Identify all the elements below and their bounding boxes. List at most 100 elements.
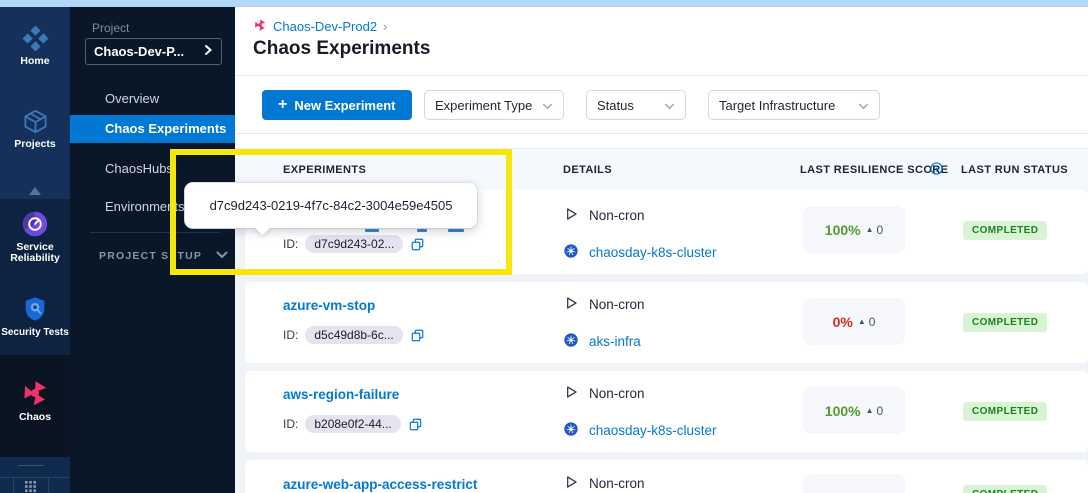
sidebar-item-overview[interactable]: Overview <box>70 85 235 113</box>
status-badge: COMPLETED <box>963 313 1047 332</box>
chaos-icon <box>0 378 70 408</box>
status-badge: COMPLETED <box>963 485 1047 493</box>
chaos-breadcrumb-icon <box>253 18 267 35</box>
copy-icon[interactable] <box>408 417 423 432</box>
delta-up-icon: ▲ <box>866 225 874 234</box>
sidebar-item-chaos[interactable]: Chaos <box>0 378 70 423</box>
infrastructure-link[interactable]: chaosday-k8s-cluster <box>589 245 717 260</box>
project-selector[interactable]: Chaos-Dev-P... <box>85 38 222 65</box>
column-header-resilience-score: LAST RESILIENCE SCORE <box>800 164 948 176</box>
chevron-down-icon <box>542 98 553 113</box>
resilience-score: 100% ▲0 <box>803 387 905 434</box>
sidebar-item-chaoshubs[interactable]: ChaosHubs <box>70 155 235 183</box>
delta-up-icon: ▲ <box>866 406 874 415</box>
app-window: Home Projects Service Reliability Securi… <box>0 0 1088 493</box>
kubernetes-icon <box>563 243 579 262</box>
column-header-experiments: EXPERIMENTS <box>283 164 366 176</box>
experiment-id-chip: d7c9d243-02... <box>305 235 403 253</box>
copy-icon[interactable] <box>410 328 425 343</box>
status-filter[interactable]: Status <box>586 90 686 120</box>
home-icon <box>0 25 70 52</box>
sidebar-item-chaos-experiments[interactable]: Chaos Experiments <box>70 115 235 143</box>
footer-divider <box>18 465 44 466</box>
breadcrumb: Chaos-Dev-Prod2 › <box>253 18 387 35</box>
breadcrumb-separator-icon: › <box>383 19 387 34</box>
infrastructure-link[interactable]: chaosday-k8s-cluster <box>589 423 717 438</box>
table-row: aws-region-failure ID: b208e0f2-44... No… <box>245 371 1088 452</box>
browser-top-strip <box>0 0 1088 7</box>
sidebar-item-home[interactable]: Home <box>0 25 70 67</box>
occluded-link-fragment <box>417 229 427 232</box>
main-content: Chaos-Dev-Prod2 › Chaos Experiments + Ne… <box>235 7 1088 493</box>
sidebar-item-label: Home <box>0 56 70 67</box>
sidebar-item-label: Security Tests <box>0 327 70 338</box>
sidebar-item-service-reliability[interactable]: Service Reliability <box>0 210 70 264</box>
play-icon <box>563 295 579 314</box>
sidebar-item-projects[interactable]: Projects <box>0 108 70 150</box>
kubernetes-icon <box>563 421 579 440</box>
footer-bottom-bar <box>0 477 70 493</box>
table-row: azure-vm-stop ID: d5c49d8b-6c... Non-cro… <box>245 282 1088 363</box>
breadcrumb-project-link[interactable]: Chaos-Dev-Prod2 <box>273 19 377 34</box>
delta-up-icon: ▲ <box>858 317 866 326</box>
resilience-score: 100% ▲0 <box>803 206 905 253</box>
occluded-link-fragment <box>365 229 379 232</box>
status-badge: COMPLETED <box>963 221 1047 240</box>
play-icon <box>563 384 579 403</box>
service-reliability-icon <box>0 210 70 238</box>
projects-icon <box>0 108 70 135</box>
chevron-down-icon <box>858 98 869 113</box>
id-tooltip-text: d7c9d243-0219-4f7c-84c2-3004e59e4505 <box>210 198 453 213</box>
id-label: ID: <box>283 237 298 251</box>
table-body: ID: d7c9d243-02... Non-cron chaosday-k8s… <box>235 190 1088 493</box>
grid-menu-icon[interactable] <box>24 480 37 493</box>
experiment-name-link[interactable]: azure-vm-stop <box>283 298 375 313</box>
delta-value: 0 <box>877 223 884 237</box>
target-infrastructure-filter[interactable]: Target Infrastructure <box>708 90 880 120</box>
plus-icon: + <box>278 97 287 113</box>
schedule-type: Non-cron <box>589 297 645 312</box>
chevron-down-icon <box>216 250 228 262</box>
project-label: Project <box>92 21 129 35</box>
status-badge: COMPLETED <box>963 402 1047 421</box>
resilience-score <box>803 474 905 493</box>
project-selector-value: Chaos-Dev-P... <box>94 44 203 59</box>
module-sidebar: Home Projects Service Reliability Securi… <box>0 7 70 493</box>
copy-icon[interactable] <box>410 237 425 252</box>
schedule-type: Non-cron <box>589 386 645 401</box>
experiment-name-link[interactable]: azure-web-app-access-restrict <box>283 477 477 492</box>
play-icon <box>563 206 579 225</box>
id-tooltip: d7c9d243-0219-4f7c-84c2-3004e59e4505 <box>185 183 477 228</box>
header-divider <box>235 75 1088 76</box>
id-label: ID: <box>283 417 298 431</box>
experiment-id-chip: d5c49d8b-6c... <box>305 326 402 344</box>
toolbar-divider <box>235 133 1088 134</box>
experiment-name-link[interactable]: aws-region-failure <box>283 387 399 402</box>
column-header-last-run-status: LAST RUN STATUS <box>961 164 1068 176</box>
sidebar-divider <box>90 232 220 233</box>
new-experiment-button[interactable]: + New Experiment <box>262 90 412 120</box>
delta-value: 0 <box>877 404 884 418</box>
chevron-right-icon <box>203 43 213 61</box>
module-sidebar-footer <box>0 457 70 493</box>
resilience-score: 0% ▲0 <box>803 298 905 345</box>
info-icon[interactable] <box>930 162 943 178</box>
schedule-type: Non-cron <box>589 476 645 491</box>
chevron-down-icon <box>664 98 675 113</box>
kubernetes-icon <box>563 332 579 351</box>
sidebar-item-label: Projects <box>0 139 70 150</box>
schedule-type: Non-cron <box>589 208 645 223</box>
id-label: ID: <box>283 328 298 342</box>
experiment-id-chip: b208e0f2-44... <box>305 415 400 433</box>
sidebar-item-security-tests[interactable]: Security Tests <box>0 295 70 338</box>
project-setup-section[interactable]: PROJECT SETUP <box>99 250 229 262</box>
experiment-type-filter[interactable]: Experiment Type <box>424 90 564 120</box>
table-row: azure-web-app-access-restrict Non-cron C… <box>245 460 1088 493</box>
collapse-up-icon[interactable] <box>29 187 41 195</box>
project-sidebar: Project Chaos-Dev-P... Overview Chaos Ex… <box>70 7 235 493</box>
play-icon <box>563 474 579 493</box>
delta-value: 0 <box>869 315 876 329</box>
security-tests-icon <box>0 295 70 323</box>
infrastructure-link[interactable]: aks-infra <box>589 334 641 349</box>
column-header-details: DETAILS <box>563 164 612 176</box>
